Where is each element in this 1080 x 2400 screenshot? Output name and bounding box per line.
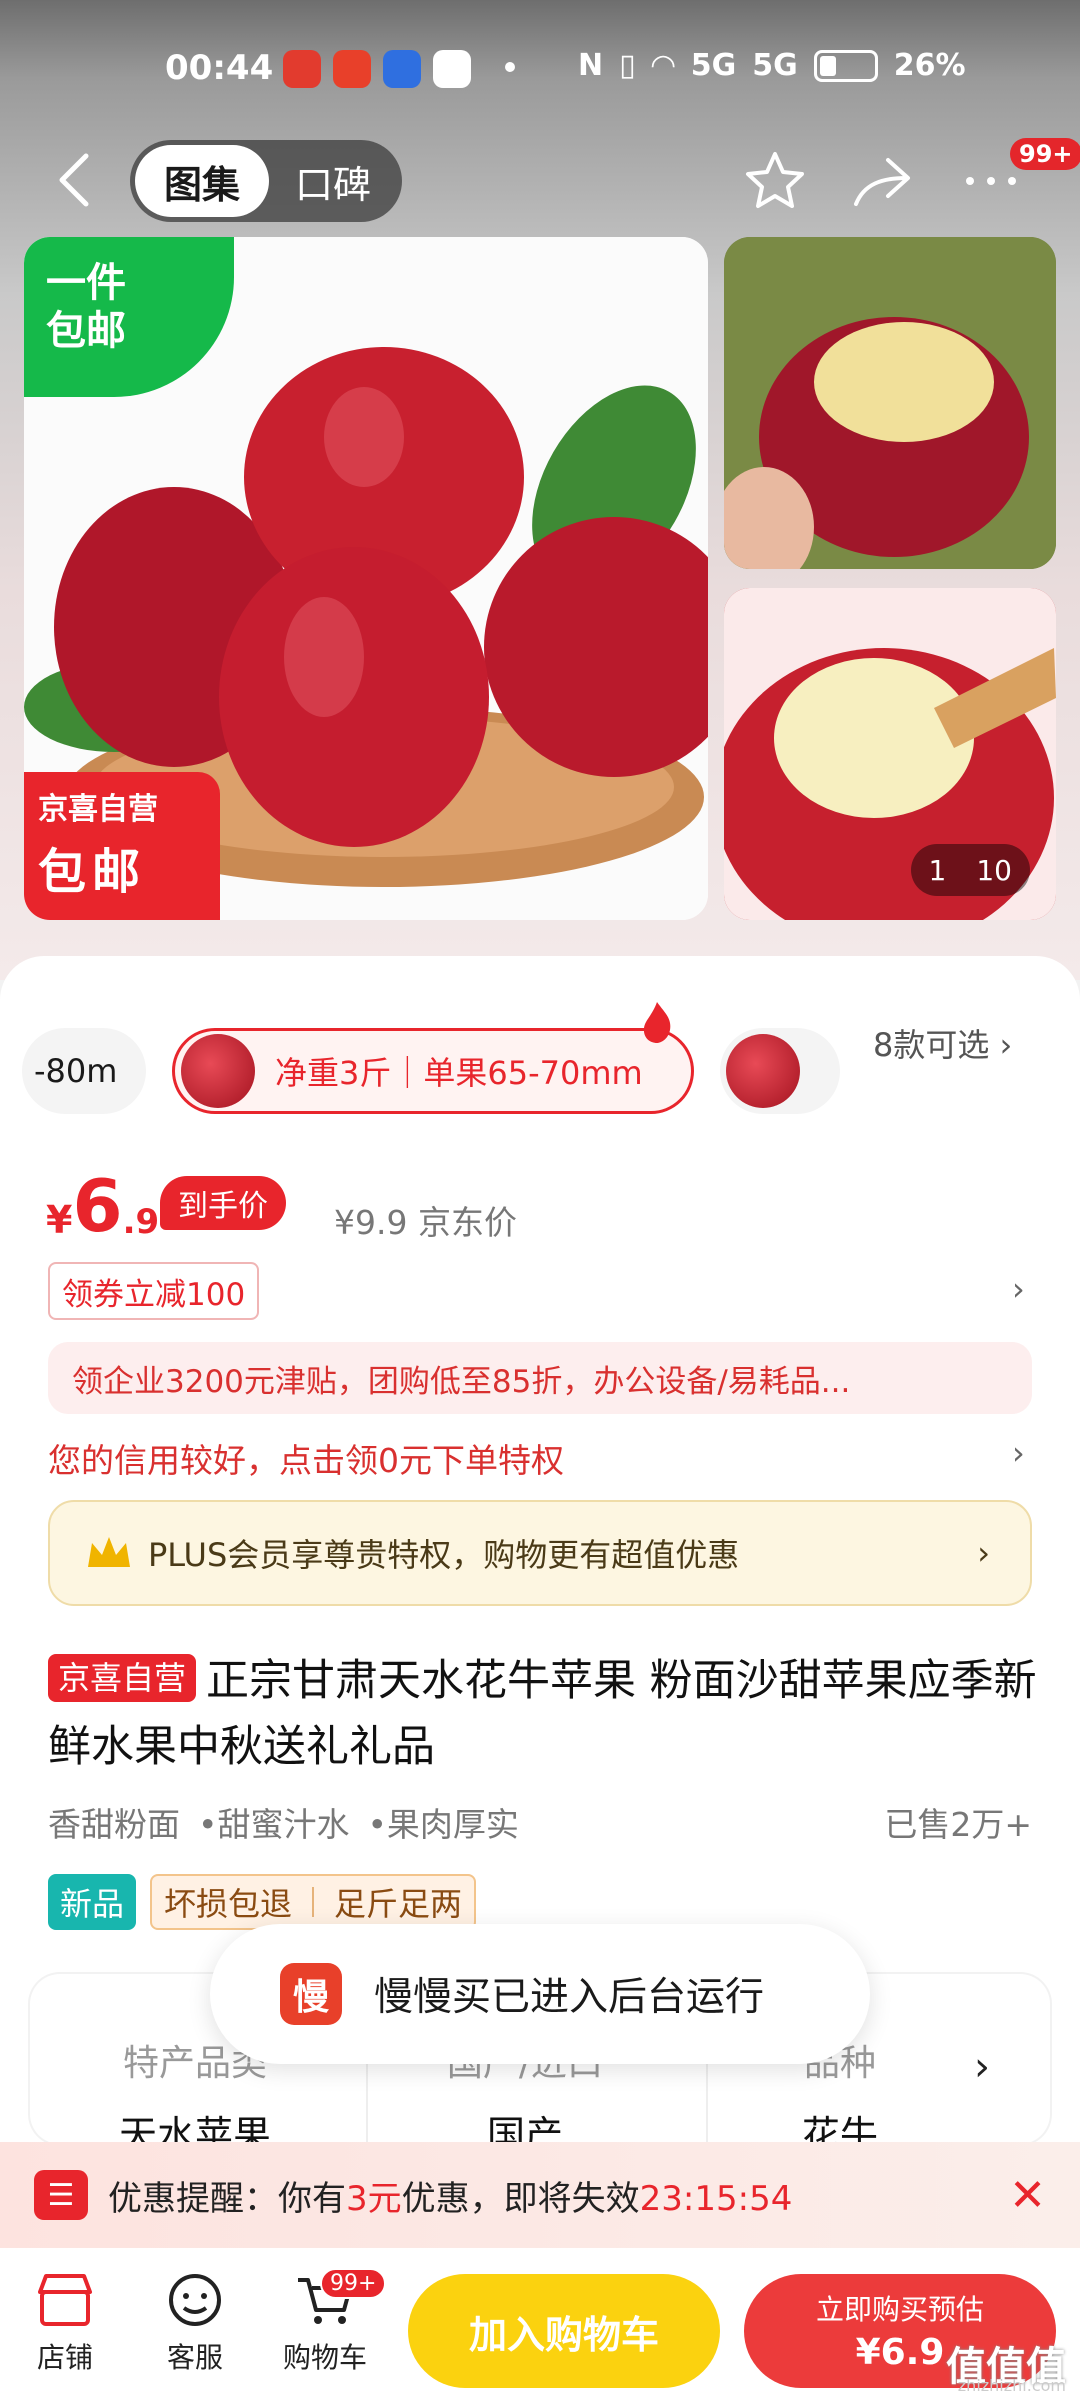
gallery-counter: 1 10 xyxy=(910,844,1030,896)
reminder-text: 优惠提醒：你有3元优惠，即将失效23:15:54 xyxy=(108,2178,793,2219)
coupon-chevron-icon[interactable]: › xyxy=(1012,1270,1025,1308)
enterprise-subsidy-banner[interactable]: 领企业3200元津贴，团购低至85折，办公设备/易耗品... xyxy=(48,1342,1032,1414)
store-icon xyxy=(38,2274,92,2326)
signal-icon-1: 5G xyxy=(690,48,737,83)
cart-count-badge: 99+ xyxy=(320,2268,387,2299)
tab-reviews[interactable]: 口碑 xyxy=(269,145,397,217)
more-variants-link[interactable]: 8款可选 › xyxy=(873,1020,1012,1066)
manmanmai-logo-icon: 慢 xyxy=(280,1963,342,2025)
back-button[interactable] xyxy=(50,150,100,210)
variant-option-prev[interactable]: -80m xyxy=(22,1028,146,1114)
shipping-label: 包邮 xyxy=(38,844,147,900)
service-tags: 新品 坏损包退 足斤足两 xyxy=(48,1874,477,1930)
store-button[interactable]: 店铺 xyxy=(10,2270,120,2376)
favorite-button[interactable] xyxy=(742,148,808,214)
notification-icons xyxy=(283,50,471,88)
wifi-icon: ◠ xyxy=(651,48,675,83)
jingxi-shipping-badge: 京喜自营 包邮 xyxy=(24,772,220,920)
feature-item: •甜蜜汁水 xyxy=(198,1805,350,1844)
credit-privilege-link[interactable]: 您的信用较好，点击领0元下单特权 xyxy=(48,1434,564,1482)
nfc-icon: N xyxy=(578,48,604,83)
hot-flame-icon xyxy=(643,1002,671,1043)
baidu-notification-icon xyxy=(383,50,421,88)
credit-chevron-icon[interactable]: › xyxy=(1012,1434,1025,1472)
product-title-text: 正宗甘肃天水花牛苹果 粉面沙甜苹果应季新鲜水果中秋送礼礼品 xyxy=(48,1656,1037,1772)
discount-icon: ☰ xyxy=(34,2170,88,2220)
tab-gallery[interactable]: 图集 xyxy=(135,145,269,217)
service-chat-icon xyxy=(169,2274,221,2326)
share-button[interactable] xyxy=(848,148,914,214)
tag-divider xyxy=(312,1887,315,1917)
system-icons: N ▯ ◠ 5G 5G 26% xyxy=(578,48,966,83)
spec-chevron-icon: › xyxy=(974,2044,990,2090)
new-tag: 新品 xyxy=(48,1874,137,1930)
share-icon xyxy=(854,158,910,206)
bitten-apple-illustration xyxy=(724,237,1056,569)
plus-banner-text: PLUS会员享尊贵特权，购物更有超值优惠 xyxy=(148,1536,740,1574)
feature-item: •果肉厚实 xyxy=(367,1805,519,1844)
variant-thumbnail xyxy=(726,1034,800,1108)
gallery-thumb-apple-pulp[interactable]: 1 10 xyxy=(724,588,1056,920)
variant-thumbnail xyxy=(181,1034,255,1108)
background-toast: 慢 慢慢买已进入后台运行 xyxy=(210,1924,870,2064)
chevron-left-icon xyxy=(59,153,89,207)
more-notifications-dot xyxy=(505,62,515,72)
watermark-url: zhizhizhi.com xyxy=(957,2376,1066,2395)
realme-notification-icon xyxy=(433,50,471,88)
product-features: 香甜粉面 •甜蜜汁水 •果肉厚实 xyxy=(48,1798,519,1846)
view-toggle: 图集 口碑 xyxy=(130,140,402,222)
toast-message: 慢慢买已进入后台运行 xyxy=(374,1975,765,2020)
variant-option-next[interactable] xyxy=(720,1028,840,1114)
coupon-badge[interactable]: 领券立减100 xyxy=(48,1262,260,1320)
status-bar: 00:44 N ▯ ◠ 5G 5G 26% xyxy=(0,0,1080,140)
battery-percent: 26% xyxy=(893,48,966,83)
buy-now-label: 立即购买预估 xyxy=(815,2293,984,2326)
message-badge: 99+ xyxy=(1010,138,1080,170)
app-notification-icon xyxy=(283,50,321,88)
battery-icon xyxy=(813,49,878,82)
jd-reference-price: ¥9.9 京东价 xyxy=(334,1203,517,1242)
vibrate-icon: ▯ xyxy=(619,48,636,83)
final-price-badge: 到手价 xyxy=(160,1176,286,1230)
gallery-thumb-bitten-apple[interactable] xyxy=(724,237,1056,569)
plus-chevron-icon: › xyxy=(977,1534,990,1572)
crown-icon xyxy=(88,1537,130,1567)
manmanmai-notification-icon xyxy=(333,50,371,88)
star-icon xyxy=(746,152,804,208)
variant-label: 净重3斤｜单果65-70mm xyxy=(275,1054,643,1092)
guarantee-tag[interactable]: 坏损包退 足斤足两 xyxy=(150,1874,477,1930)
feature-item: 香甜粉面 xyxy=(48,1805,180,1844)
plus-membership-banner[interactable]: PLUS会员享尊贵特权，购物更有超值优惠 › xyxy=(48,1500,1032,1606)
close-icon[interactable]: ✕ xyxy=(1009,2170,1046,2221)
sold-count: 已售2万+ xyxy=(884,1805,1032,1844)
discount-reminder-bar[interactable]: ☰ 优惠提醒：你有3元优惠，即将失效23:15:54 ✕ xyxy=(0,2142,1080,2248)
signal-icon-2: 5G xyxy=(752,48,798,83)
final-price: ¥ 6 .9 xyxy=(46,1164,160,1248)
main-product-image[interactable]: 一件 包邮 京喜自营 包邮 xyxy=(24,237,708,920)
status-time: 00:44 xyxy=(165,48,274,88)
customer-service-button[interactable]: 客服 xyxy=(140,2270,250,2376)
product-title: 京喜自营 正宗甘肃天水花牛苹果 粉面沙甜苹果应季新鲜水果中秋送礼礼品 xyxy=(48,1648,1038,1780)
store-type-tag: 京喜自营 xyxy=(48,1654,197,1702)
bottom-action-bar: 店铺 客服 购物车 99+ 加入购物车 立即购买预估 ¥6.9 xyxy=(0,2248,1080,2400)
jingxi-label: 京喜自营 xyxy=(38,792,158,827)
variant-option-selected[interactable]: 净重3斤｜单果65-70mm xyxy=(172,1028,694,1114)
add-to-cart-button[interactable]: 加入购物车 xyxy=(408,2274,720,2388)
counter-current: 1 xyxy=(928,853,947,887)
counter-total: 10 xyxy=(976,853,1012,887)
